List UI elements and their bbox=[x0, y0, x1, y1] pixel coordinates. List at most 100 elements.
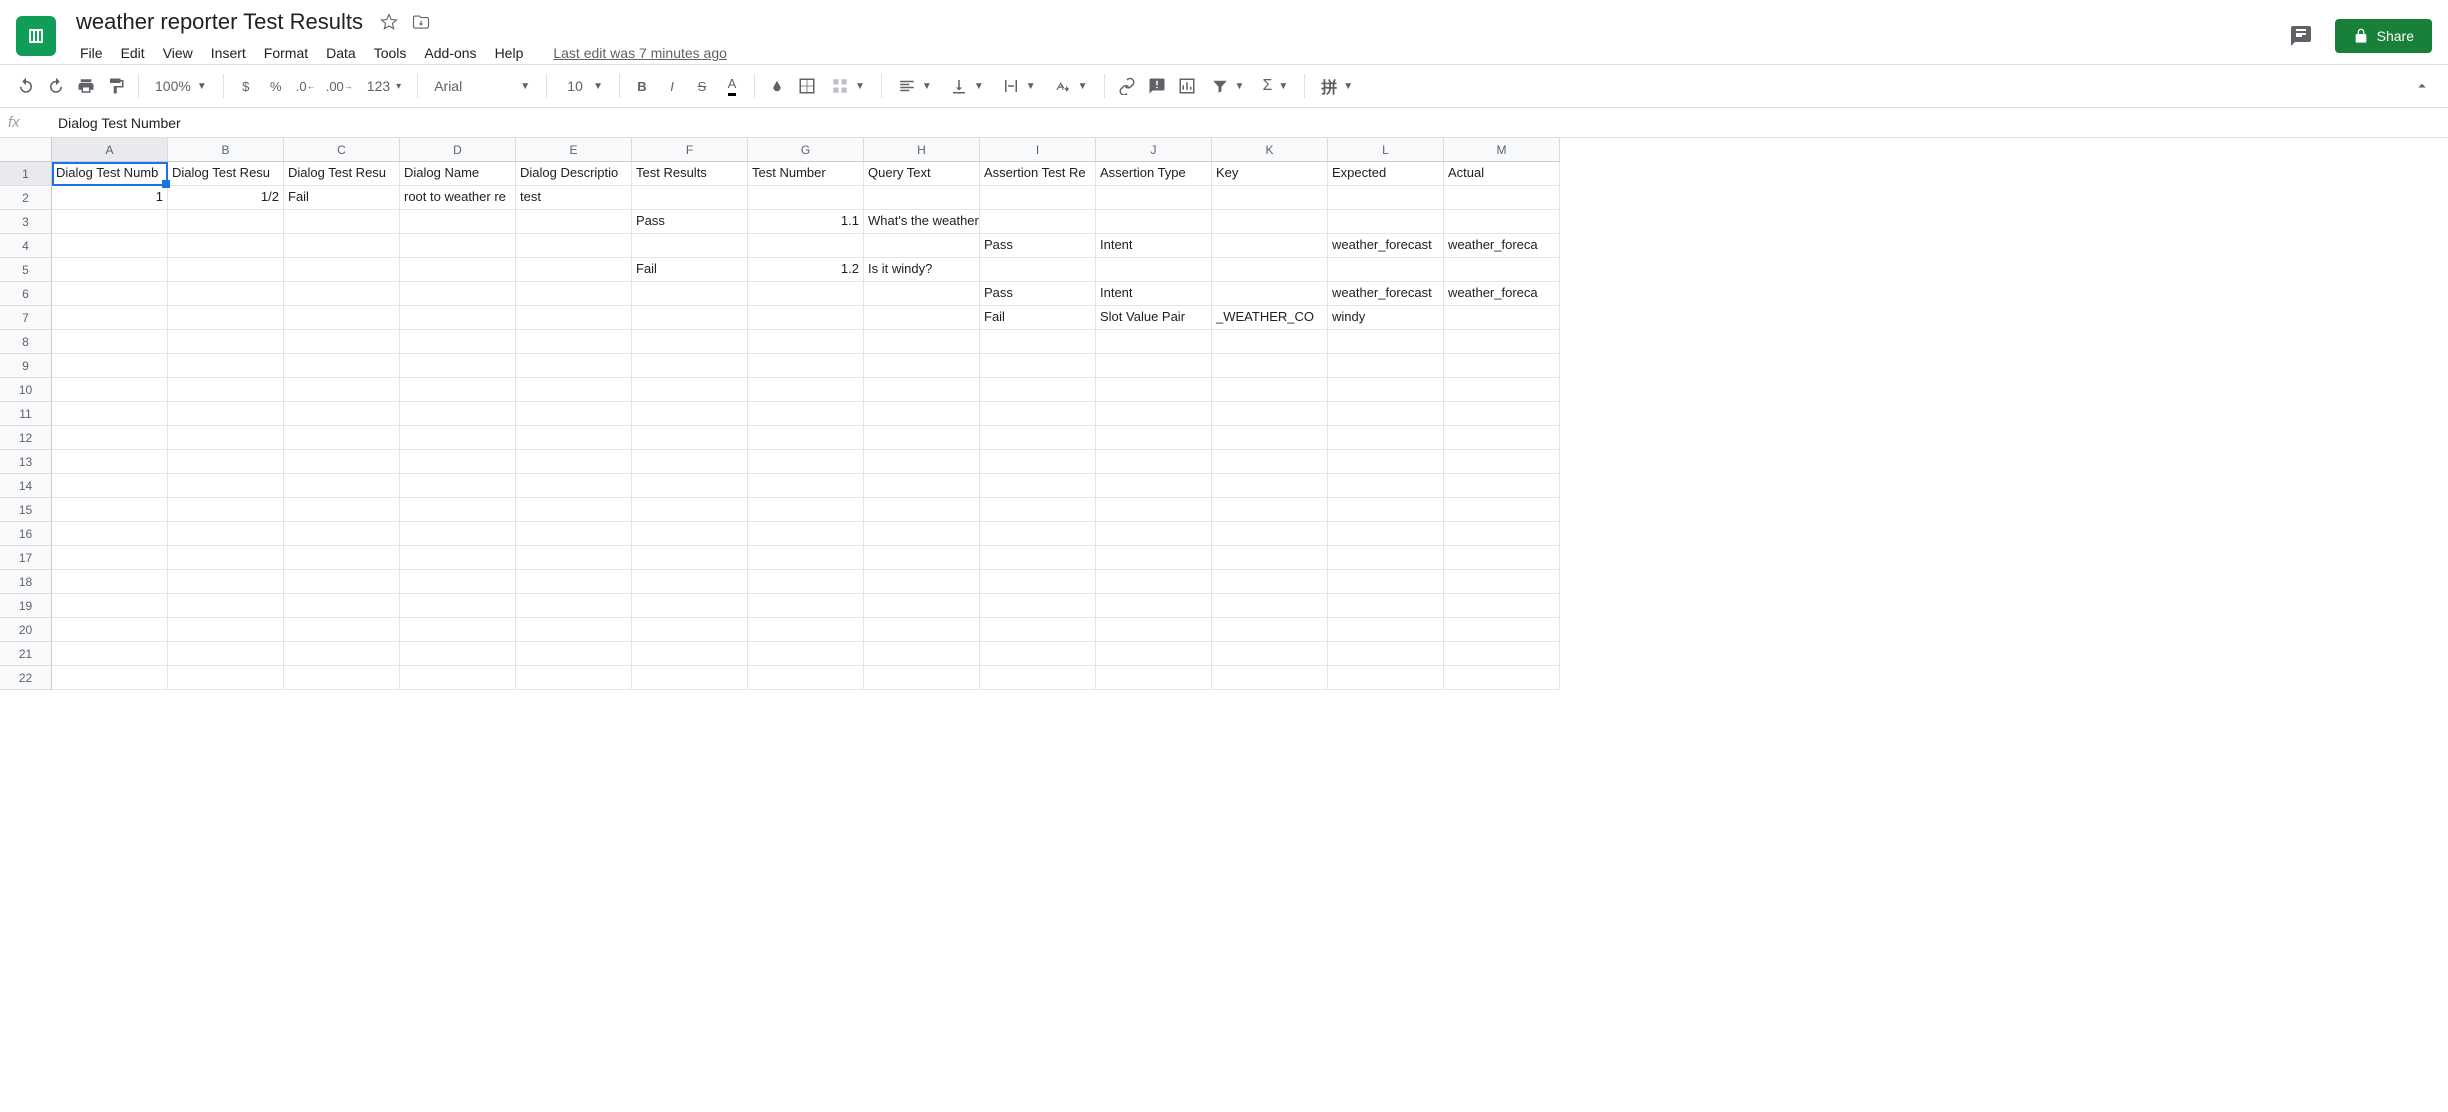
cell-H3[interactable]: What's the weather today? bbox=[864, 210, 980, 234]
cell-G18[interactable] bbox=[748, 570, 864, 594]
menu-format[interactable]: Format bbox=[256, 41, 316, 65]
cell-M14[interactable] bbox=[1444, 474, 1560, 498]
cell-K2[interactable] bbox=[1212, 186, 1328, 210]
cell-I15[interactable] bbox=[980, 498, 1096, 522]
cell-G3[interactable]: 1.1 bbox=[748, 210, 864, 234]
cell-G11[interactable] bbox=[748, 402, 864, 426]
cell-J14[interactable] bbox=[1096, 474, 1212, 498]
cell-G6[interactable] bbox=[748, 282, 864, 306]
row-header-2[interactable]: 2 bbox=[0, 186, 51, 210]
cell-E5[interactable] bbox=[516, 258, 632, 282]
cell-B22[interactable] bbox=[168, 666, 284, 690]
cell-G1[interactable]: Test Number bbox=[748, 162, 864, 186]
cell-D4[interactable] bbox=[400, 234, 516, 258]
column-header-B[interactable]: B bbox=[168, 138, 284, 161]
cell-D6[interactable] bbox=[400, 282, 516, 306]
cell-D5[interactable] bbox=[400, 258, 516, 282]
cell-J21[interactable] bbox=[1096, 642, 1212, 666]
cell-I19[interactable] bbox=[980, 594, 1096, 618]
row-header-12[interactable]: 12 bbox=[0, 426, 51, 450]
cell-J1[interactable]: Assertion Type bbox=[1096, 162, 1212, 186]
cell-B5[interactable] bbox=[168, 258, 284, 282]
cell-H11[interactable] bbox=[864, 402, 980, 426]
cell-M9[interactable] bbox=[1444, 354, 1560, 378]
cell-L15[interactable] bbox=[1328, 498, 1444, 522]
column-header-M[interactable]: M bbox=[1444, 138, 1560, 161]
cell-D16[interactable] bbox=[400, 522, 516, 546]
cell-B16[interactable] bbox=[168, 522, 284, 546]
cell-B8[interactable] bbox=[168, 330, 284, 354]
cell-D14[interactable] bbox=[400, 474, 516, 498]
cell-M18[interactable] bbox=[1444, 570, 1560, 594]
cell-G7[interactable] bbox=[748, 306, 864, 330]
cell-F17[interactable] bbox=[632, 546, 748, 570]
text-wrap-icon[interactable]: ▼ bbox=[994, 72, 1044, 100]
cell-G20[interactable] bbox=[748, 618, 864, 642]
cell-H1[interactable]: Query Text bbox=[864, 162, 980, 186]
cell-A11[interactable] bbox=[52, 402, 168, 426]
cell-C18[interactable] bbox=[284, 570, 400, 594]
cell-K14[interactable] bbox=[1212, 474, 1328, 498]
cell-H6[interactable] bbox=[864, 282, 980, 306]
cell-F19[interactable] bbox=[632, 594, 748, 618]
cell-J9[interactable] bbox=[1096, 354, 1212, 378]
cell-C17[interactable] bbox=[284, 546, 400, 570]
cell-F20[interactable] bbox=[632, 618, 748, 642]
share-button[interactable]: Share bbox=[2335, 19, 2432, 53]
cell-G14[interactable] bbox=[748, 474, 864, 498]
cell-M22[interactable] bbox=[1444, 666, 1560, 690]
cell-H5[interactable]: Is it windy? bbox=[864, 258, 980, 282]
cell-B10[interactable] bbox=[168, 378, 284, 402]
cell-F3[interactable]: Pass bbox=[632, 210, 748, 234]
cell-A12[interactable] bbox=[52, 426, 168, 450]
comment-history-icon[interactable] bbox=[2283, 18, 2319, 54]
cell-C1[interactable]: Dialog Test Resu bbox=[284, 162, 400, 186]
cell-K22[interactable] bbox=[1212, 666, 1328, 690]
cell-H4[interactable] bbox=[864, 234, 980, 258]
cell-D17[interactable] bbox=[400, 546, 516, 570]
cell-M5[interactable] bbox=[1444, 258, 1560, 282]
cell-M6[interactable]: weather_foreca bbox=[1444, 282, 1560, 306]
cell-C22[interactable] bbox=[284, 666, 400, 690]
insert-chart-icon[interactable] bbox=[1173, 72, 1201, 100]
cell-I14[interactable] bbox=[980, 474, 1096, 498]
row-header-22[interactable]: 22 bbox=[0, 666, 51, 690]
cell-D15[interactable] bbox=[400, 498, 516, 522]
row-header-8[interactable]: 8 bbox=[0, 330, 51, 354]
functions-icon[interactable]: Σ▼ bbox=[1254, 72, 1296, 100]
cell-A19[interactable] bbox=[52, 594, 168, 618]
cell-C10[interactable] bbox=[284, 378, 400, 402]
cell-E19[interactable] bbox=[516, 594, 632, 618]
cell-H9[interactable] bbox=[864, 354, 980, 378]
cell-I7[interactable]: Fail bbox=[980, 306, 1096, 330]
cell-A21[interactable] bbox=[52, 642, 168, 666]
cell-M7[interactable] bbox=[1444, 306, 1560, 330]
cell-J12[interactable] bbox=[1096, 426, 1212, 450]
vertical-align-icon[interactable]: ▼ bbox=[942, 72, 992, 100]
cell-M21[interactable] bbox=[1444, 642, 1560, 666]
cell-K7[interactable]: _WEATHER_CO bbox=[1212, 306, 1328, 330]
cell-A3[interactable] bbox=[52, 210, 168, 234]
cell-D18[interactable] bbox=[400, 570, 516, 594]
cell-G16[interactable] bbox=[748, 522, 864, 546]
cell-B15[interactable] bbox=[168, 498, 284, 522]
cell-G10[interactable] bbox=[748, 378, 864, 402]
menu-tools[interactable]: Tools bbox=[366, 41, 415, 65]
cell-I20[interactable] bbox=[980, 618, 1096, 642]
cell-C13[interactable] bbox=[284, 450, 400, 474]
zoom-select[interactable]: 100% ▼ bbox=[147, 72, 215, 100]
cell-A1[interactable]: Dialog Test Numb bbox=[52, 162, 168, 186]
cell-D19[interactable] bbox=[400, 594, 516, 618]
cell-E17[interactable] bbox=[516, 546, 632, 570]
cell-A17[interactable] bbox=[52, 546, 168, 570]
cell-M17[interactable] bbox=[1444, 546, 1560, 570]
cell-L14[interactable] bbox=[1328, 474, 1444, 498]
font-size-select[interactable]: 10 ▼ bbox=[555, 72, 611, 100]
cell-A2[interactable]: 1 bbox=[52, 186, 168, 210]
cell-G15[interactable] bbox=[748, 498, 864, 522]
collapse-toolbar-icon[interactable] bbox=[2408, 72, 2436, 100]
cell-E21[interactable] bbox=[516, 642, 632, 666]
cell-A7[interactable] bbox=[52, 306, 168, 330]
cell-E10[interactable] bbox=[516, 378, 632, 402]
star-icon[interactable] bbox=[379, 12, 399, 32]
